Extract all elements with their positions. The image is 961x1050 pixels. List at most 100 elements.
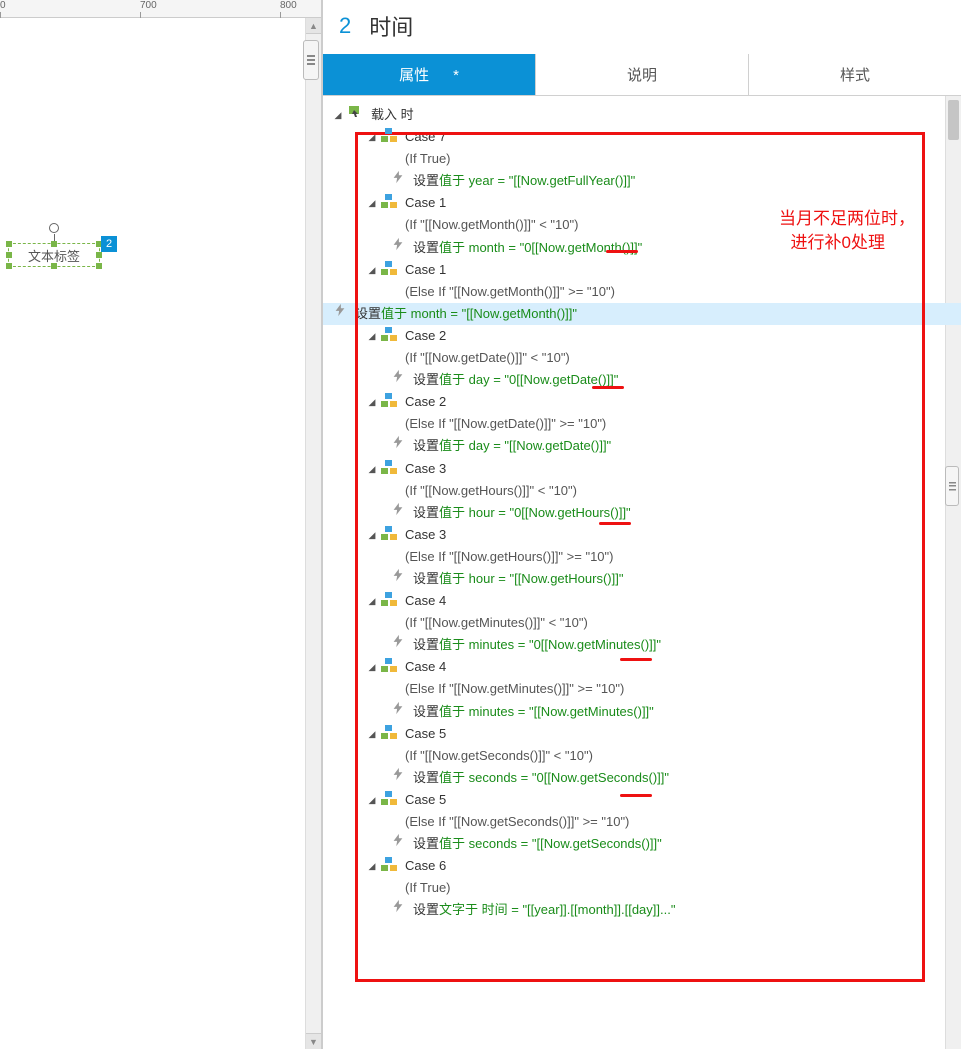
action-row[interactable]: 设置 值于 minutes = "0[[Now.getMinutes()]]" bbox=[391, 634, 941, 656]
action-icon bbox=[391, 701, 407, 717]
case-row[interactable]: ◢Case 4(Else If "[[Now.getMinutes()]]" >… bbox=[367, 656, 941, 700]
action-label: 设置 bbox=[413, 568, 439, 590]
tab-style[interactable]: 样式 bbox=[749, 54, 961, 95]
case-name: Case 2 bbox=[405, 391, 606, 413]
action-icon bbox=[391, 833, 407, 849]
toggle-icon[interactable]: ◢ bbox=[367, 727, 377, 742]
tab-properties[interactable]: 属性 * bbox=[323, 54, 536, 95]
case-name: Case 3 bbox=[405, 524, 613, 546]
action-expression: 值于 day = "[[Now.getDate()]]" bbox=[439, 435, 611, 457]
case-condition: (Else If "[[Now.getDate()]]" >= "10") bbox=[405, 413, 606, 435]
case-row[interactable]: ◢Case 6(If True) bbox=[367, 855, 941, 899]
case-icon bbox=[381, 460, 397, 474]
tab-label: 属性 bbox=[399, 67, 429, 84]
case-icon bbox=[381, 857, 397, 871]
case-row[interactable]: ◢Case 5(Else If "[[Now.getSeconds()]]" >… bbox=[367, 789, 941, 833]
case-row[interactable]: ◢Case 3(If "[[Now.getHours()]]" < "10") bbox=[367, 458, 941, 502]
action-row[interactable]: 设置 值于 seconds = "0[[Now.getSeconds()]]" bbox=[391, 767, 941, 789]
panel-collapse-button[interactable] bbox=[303, 40, 319, 80]
action-label: 设置 bbox=[413, 701, 439, 723]
annotation-underline bbox=[620, 658, 652, 661]
case-icon bbox=[381, 393, 397, 407]
case-icon bbox=[381, 261, 397, 275]
rotate-handle[interactable] bbox=[49, 223, 59, 233]
canvas-scrollbar[interactable]: ▲ ▼ bbox=[305, 18, 321, 1049]
dirty-indicator: * bbox=[453, 67, 459, 84]
ruler-tick: 800 bbox=[280, 0, 297, 11]
action-row[interactable]: 设置 值于 hour = "[[Now.getHours()]]" bbox=[391, 568, 941, 590]
action-row[interactable]: 设置 文字于 时间 = "[[year]].[[month]].[[day]].… bbox=[391, 899, 941, 921]
case-condition: (Else If "[[Now.getHours()]]" >= "10") bbox=[405, 546, 613, 568]
case-row[interactable]: ◢Case 7(If True) bbox=[367, 126, 941, 170]
case-row[interactable]: ◢ Case 3(Else If "[[Now.getHours()]]" >= … bbox=[367, 524, 941, 568]
event-row[interactable]: ◢ 载入 时 bbox=[333, 104, 941, 126]
scroll-up-icon[interactable]: ▲ bbox=[306, 18, 321, 34]
scroll-down-icon[interactable]: ▼ bbox=[306, 1033, 321, 1049]
inspector-header: 2 时间 bbox=[323, 0, 961, 54]
action-icon bbox=[391, 502, 407, 518]
action-label: 设置 bbox=[413, 502, 439, 524]
action-row[interactable]: 设置 值于 year = "[[Now.getFullYear()]]" bbox=[391, 170, 941, 192]
widget-index: 2 bbox=[339, 13, 351, 39]
action-row[interactable]: 设置 值于 minutes = "[[Now.getMinutes()]]" bbox=[391, 701, 941, 723]
action-row[interactable]: 设置 值于 day = "[[Now.getDate()]]" bbox=[391, 435, 941, 457]
selected-widget[interactable]: 文本标签 2 bbox=[8, 243, 100, 267]
action-label: 设置 bbox=[355, 303, 381, 325]
action-expression: 值于 seconds = "[[Now.getSeconds()]]" bbox=[439, 833, 662, 855]
case-row[interactable]: ◢Case 4(If "[[Now.getMinutes()]]" < "10"… bbox=[367, 590, 941, 634]
toggle-icon[interactable]: ◢ bbox=[367, 130, 377, 145]
case-icon bbox=[381, 526, 397, 540]
annotation-underline bbox=[592, 386, 624, 389]
canvas-pane: 0 700 800 文本标签 2 ▲ ▼ bbox=[0, 0, 322, 1049]
action-icon bbox=[391, 369, 407, 385]
toggle-icon[interactable]: ◢ bbox=[367, 793, 377, 808]
case-row[interactable]: ◢Case 1(Else If "[[Now.getMonth()]]" >= … bbox=[367, 259, 941, 303]
toggle-icon[interactable]: ◢ bbox=[367, 594, 377, 609]
action-row[interactable]: 设置 值于 hour = "0[[Now.getHours()]]" bbox=[391, 502, 941, 524]
case-condition: (Else If "[[Now.getSeconds()]]" >= "10") bbox=[405, 811, 629, 833]
action-row[interactable]: 设置 值于 day = "0[[Now.getDate()]]" bbox=[391, 369, 941, 391]
annotation-underline bbox=[620, 794, 652, 797]
toggle-icon[interactable]: ◢ bbox=[367, 859, 377, 874]
case-row[interactable]: ◢ Case 2(Else If "[[Now.getDate()]]" >= "… bbox=[367, 391, 941, 435]
action-expression: 值于 hour = "0[[Now.getHours()]]" bbox=[439, 502, 631, 524]
tab-notes[interactable]: 说明 bbox=[536, 54, 749, 95]
action-icon bbox=[391, 767, 407, 783]
ruler-tick: 0 bbox=[0, 0, 6, 11]
action-expression: 值于 minutes = "0[[Now.getMinutes()]]" bbox=[439, 634, 661, 656]
selection-box[interactable]: 文本标签 2 bbox=[8, 243, 100, 267]
case-name: Case 7 bbox=[405, 126, 451, 148]
case-icon bbox=[381, 327, 397, 341]
action-label: 设置 bbox=[413, 634, 439, 656]
case-icon bbox=[381, 725, 397, 739]
action-icon bbox=[391, 899, 407, 915]
toggle-icon[interactable]: ◢ bbox=[367, 395, 377, 410]
hamburger-icon bbox=[307, 55, 315, 65]
toggle-icon[interactable]: ◢ bbox=[367, 263, 377, 278]
action-row[interactable]: 设置 值于 seconds = "[[Now.getSeconds()]]" bbox=[391, 833, 941, 855]
action-label: 设置 bbox=[413, 170, 439, 192]
toggle-icon[interactable]: ◢ bbox=[367, 462, 377, 477]
interactions-panel[interactable]: 当月不足两位时， 进行补0处理 ◢ 载入 时 ◢Case 7(If True)设… bbox=[323, 96, 961, 1049]
action-row[interactable]: 设置 值于 month = "[[Now.getMonth()]]" bbox=[323, 303, 961, 325]
action-label: 设置 bbox=[413, 237, 439, 259]
toggle-icon[interactable]: ◢ bbox=[333, 108, 343, 123]
annotation-text: 进行补0处理 bbox=[791, 228, 885, 253]
annotation-underline bbox=[606, 250, 638, 253]
canvas[interactable]: 文本标签 2 bbox=[0, 18, 321, 1049]
toggle-icon[interactable]: ◢ bbox=[367, 196, 377, 211]
action-icon bbox=[391, 435, 407, 451]
toggle-icon[interactable]: ◢ bbox=[367, 329, 377, 344]
action-expression: 值于 month = "0[[Now.getMonth()]]" bbox=[439, 237, 642, 259]
toggle-icon[interactable]: ◢ bbox=[367, 528, 377, 543]
annotation-underline bbox=[599, 522, 631, 525]
event-tree: 当月不足两位时， 进行补0处理 ◢ 载入 时 ◢Case 7(If True)设… bbox=[323, 96, 961, 941]
case-row[interactable]: ◢Case 5(If "[[Now.getSeconds()]]" < "10"… bbox=[367, 723, 941, 767]
ruler-tick: 700 bbox=[140, 0, 157, 11]
action-icon bbox=[391, 634, 407, 650]
action-icon bbox=[391, 237, 407, 253]
toggle-icon[interactable]: ◢ bbox=[367, 660, 377, 675]
case-row[interactable]: ◢Case 2(If "[[Now.getDate()]]" < "10") bbox=[367, 325, 941, 369]
case-name: Case 1 bbox=[405, 192, 578, 214]
case-name: Case 6 bbox=[405, 855, 451, 877]
